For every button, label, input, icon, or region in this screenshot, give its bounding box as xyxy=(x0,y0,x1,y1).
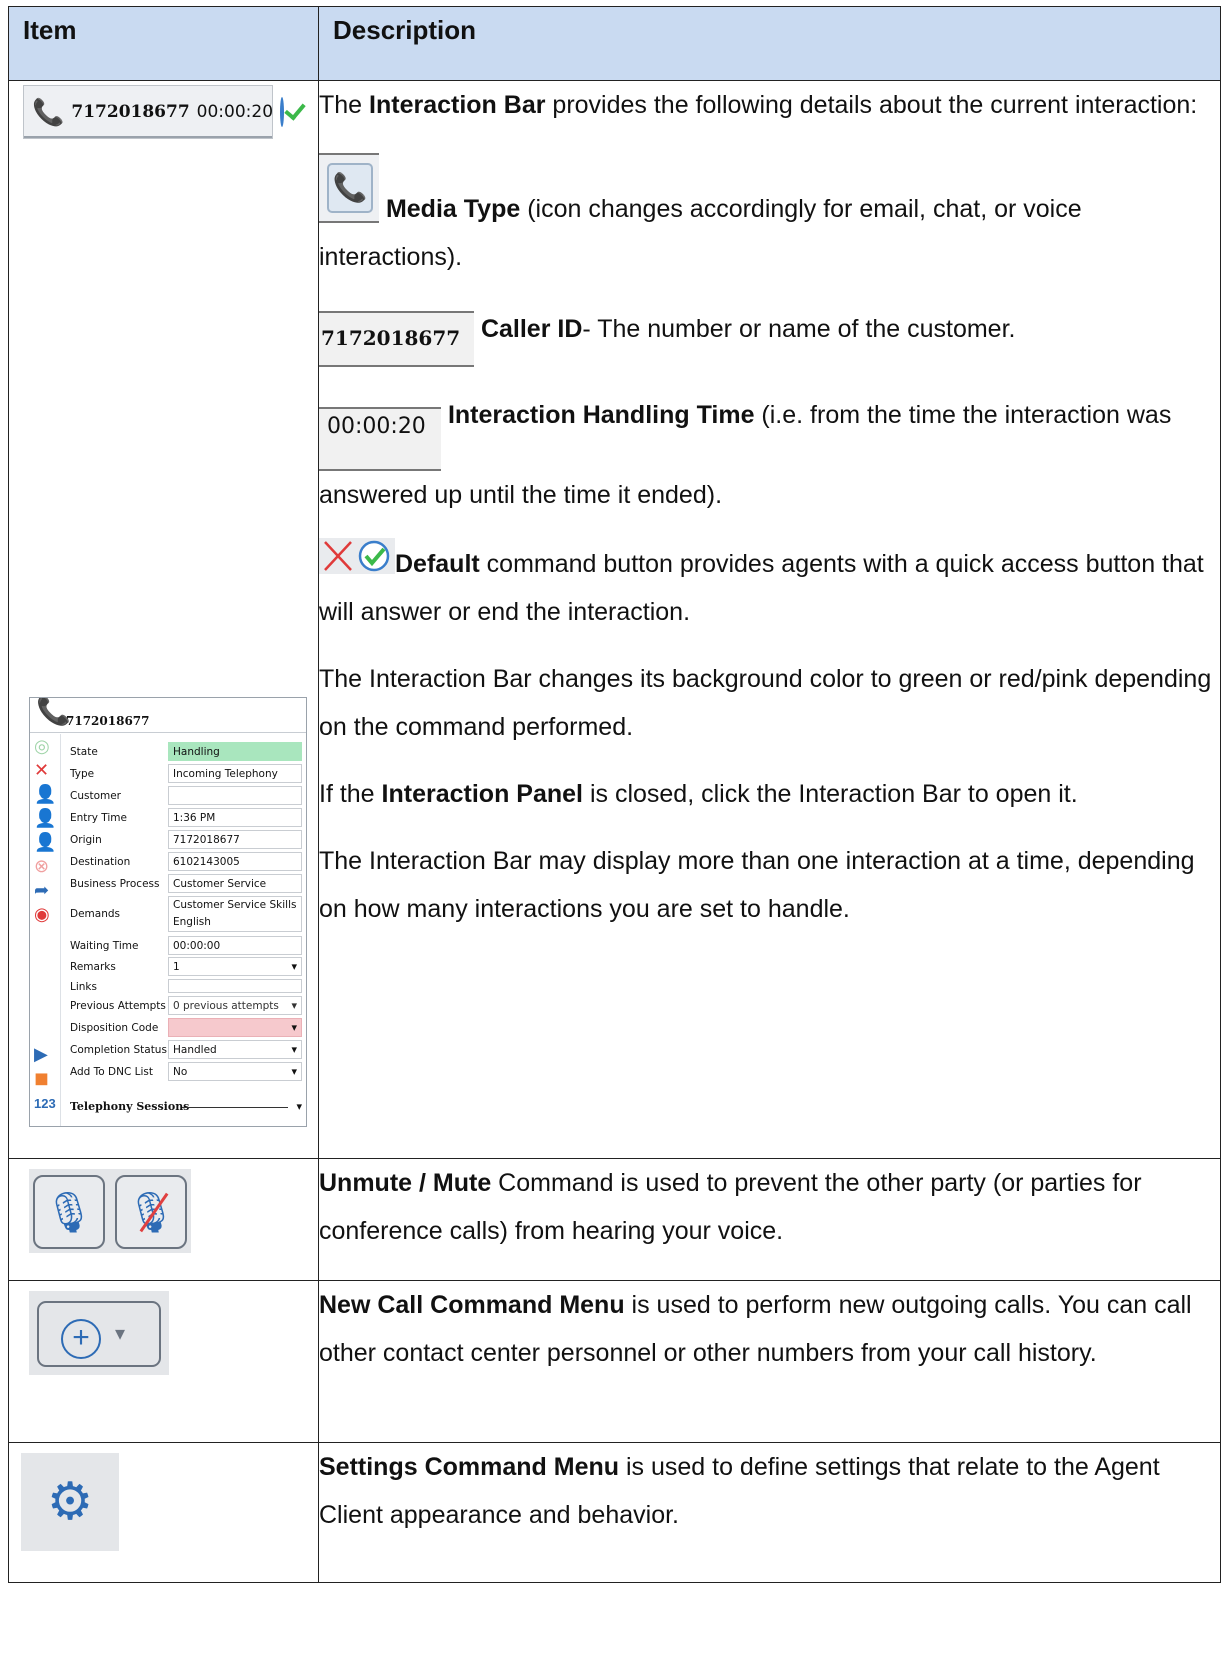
cancel-icon: ⊗ xyxy=(34,856,50,876)
description-cell: Unmute / Mute Command is used to prevent… xyxy=(318,1158,1221,1281)
consult-icon: 👤 xyxy=(34,832,57,852)
answer-icon: ◎ xyxy=(34,736,50,756)
panel-row: Customer xyxy=(70,786,302,806)
bar-caller-id: 7172018677 xyxy=(71,102,190,122)
header-row: Item Description xyxy=(8,6,1221,81)
plus-icon: + xyxy=(61,1319,101,1359)
row-new-call: + ▾ New Call Command Menu is used to perf… xyxy=(8,1280,1221,1443)
row-settings: ⚙ Settings Command Menu is used to defin… xyxy=(8,1442,1221,1583)
bar-time: 00:00:20 xyxy=(196,102,274,122)
caller-id-image: 7172018677 xyxy=(319,311,474,367)
panel-row: State Handling xyxy=(70,742,302,762)
row-interaction-bar: 📞 7172018677 00:00:20 📞 7172018677 ◎ ✕ 👤… xyxy=(8,80,1221,1159)
chevron-down-icon: ▾ xyxy=(115,1323,126,1345)
panel-row: Type Incoming Telephony xyxy=(70,764,302,784)
remarks-dropdown[interactable]: 1 xyxy=(168,957,302,976)
panel-row: Business Process Customer Service xyxy=(70,874,302,894)
gear-icon: ⚙ xyxy=(21,1453,119,1551)
transfer-icon: 👤 xyxy=(34,808,57,828)
record-icon: ◉ xyxy=(34,904,50,924)
panel-row: Previous Attempts 0 previous attempts xyxy=(70,996,302,1016)
panel-row: Origin 7172018677 xyxy=(70,830,302,850)
panel-row: Waiting Time 00:00:00 xyxy=(70,936,302,956)
panel-title: 7172018677 xyxy=(66,714,150,728)
chevron-down-icon[interactable]: ▾ xyxy=(296,1100,302,1113)
phone-icon: 📞 xyxy=(32,96,65,127)
unmute-icon: 🎙 xyxy=(33,1175,105,1249)
panel-row: Demands Customer Service Skills English xyxy=(70,896,302,932)
description-cell: The Interaction Bar provides the followi… xyxy=(318,80,1221,1159)
check-icon xyxy=(280,97,285,127)
disposition-dropdown[interactable] xyxy=(168,1018,302,1037)
item-cell: 🎙 🎙 xyxy=(8,1158,319,1281)
customer-icon: 👤 xyxy=(34,784,57,804)
keypad-icon: 123 xyxy=(34,1096,56,1111)
media-type-image: 📞 xyxy=(319,153,379,223)
mute-icon: 🎙 xyxy=(115,1175,187,1249)
item-cell: ⚙ xyxy=(8,1442,319,1583)
state-value: Handling xyxy=(168,742,302,761)
default-command-icon xyxy=(319,538,395,574)
command-table: Item Description 📞 7172018677 00:00:20 📞… xyxy=(8,6,1221,1583)
item-cell: + ▾ xyxy=(8,1280,319,1443)
panel-row: Links xyxy=(70,977,302,997)
forward-icon: ➦ xyxy=(34,880,50,900)
interaction-bar-image: 📞 7172018677 00:00:20 xyxy=(23,85,285,139)
new-call-image: + ▾ xyxy=(29,1291,169,1375)
interaction-panel-image: 📞 7172018677 ◎ ✕ 👤 👤 👤 ⊗ ➦ ◉ ▶ ◼ 123 Sta… xyxy=(29,697,307,1127)
row-mute: 🎙 🎙 Unmute / Mute Command is used to pre… xyxy=(8,1158,1221,1281)
item-cell: 📞 7172018677 00:00:20 📞 7172018677 ◎ ✕ 👤… xyxy=(8,80,319,1159)
play-icon: ▶ xyxy=(34,1044,48,1064)
panel-row: Add To DNC List No xyxy=(70,1062,302,1082)
panel-command-sidebar: ◎ ✕ 👤 👤 👤 ⊗ ➦ ◉ ▶ ◼ 123 xyxy=(30,734,61,1126)
header-description: Description xyxy=(318,6,1221,81)
header-item: Item xyxy=(8,6,319,81)
description-cell: Settings Command Menu is used to define … xyxy=(318,1442,1221,1583)
panel-row: Destination 6102143005 xyxy=(70,852,302,872)
description-cell: New Call Command Menu is used to perform… xyxy=(318,1280,1221,1443)
panel-row: Completion Status Handled xyxy=(70,1040,302,1060)
telephony-sessions-label: Telephony Sessions xyxy=(70,1100,190,1113)
stop-icon: ◼ xyxy=(34,1068,49,1088)
close-icon: ✕ xyxy=(34,760,50,780)
phone-icon: 📞 xyxy=(327,163,373,213)
panel-row: Disposition Code xyxy=(70,1018,302,1038)
mute-buttons-image: 🎙 🎙 xyxy=(29,1169,191,1253)
handling-time-image: 00:00:20 xyxy=(319,407,441,471)
panel-row: Remarks 1 xyxy=(70,957,302,977)
panel-row: Entry Time 1:36 PM xyxy=(70,808,302,828)
